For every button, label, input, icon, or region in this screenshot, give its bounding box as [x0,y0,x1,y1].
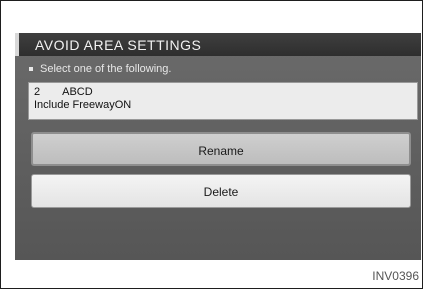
area-number: 2 [34,86,41,98]
figure-code: INV0396 [372,269,419,283]
delete-button[interactable]: Delete [31,174,411,208]
nav-screen: AVOID AREA SETTINGS Select one of the fo… [15,33,421,260]
instruction-text: Select one of the following. [29,63,171,75]
rename-button[interactable]: Rename [31,132,411,166]
screen-title: AVOID AREA SETTINGS [35,37,202,53]
title-bar: AVOID AREA SETTINGS [15,33,421,56]
bullet-icon [29,67,33,72]
selected-area-info: 2 ABCD Include FreewayON [28,82,418,120]
freeway-setting: Include FreewayON [34,99,132,111]
area-name: ABCD [62,86,93,98]
instruction-label: Select one of the following. [40,63,172,75]
area-id-row: 2 ABCD [34,86,412,99]
